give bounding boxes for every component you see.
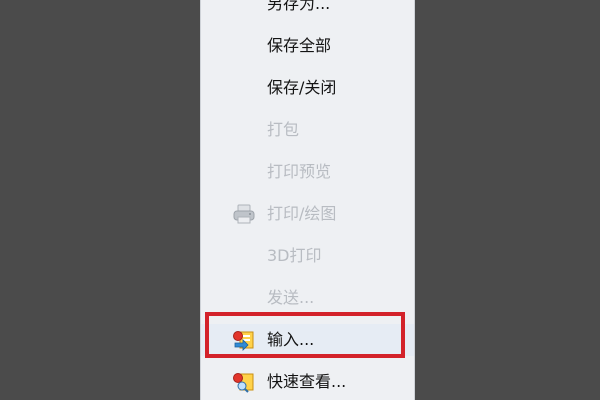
menu-item-label: 3D打印 — [267, 246, 322, 265]
menu-item-label: 保存全部 — [267, 36, 332, 55]
menu-item-label: 另存为... — [267, 0, 331, 13]
import-icon — [231, 329, 257, 351]
menu-item-pack: 打包 — [201, 114, 414, 146]
printer-icon — [231, 203, 257, 225]
menu-item-label: 打包 — [267, 120, 300, 139]
menu-item-label: 打印/绘图 — [267, 204, 337, 223]
menu-item-3d-print: 3D打印 — [201, 240, 414, 272]
screenshot-stage: 另存为... 保存全部 保存/关闭 打包 打印预览 打印/绘图 3D打印 发送.… — [0, 0, 600, 400]
menu-item-save-close[interactable]: 保存/关闭 — [201, 72, 414, 104]
menu-item-label: 输入... — [267, 330, 315, 349]
menu-item-print-preview: 打印预览 — [201, 156, 414, 188]
menu-item-label: 打印预览 — [267, 162, 332, 181]
menu-item-label: 保存/关闭 — [267, 78, 337, 97]
quick-view-icon — [231, 371, 257, 393]
menu-item-print-plot: 打印/绘图 — [201, 198, 414, 230]
menu-item-label: 快速查看... — [267, 372, 347, 391]
menu-item-import[interactable]: 输入... — [201, 324, 414, 356]
menu-item-quick-view[interactable]: 快速查看... — [201, 366, 414, 398]
file-menu: 另存为... 保存全部 保存/关闭 打包 打印预览 打印/绘图 3D打印 发送.… — [200, 0, 415, 400]
menu-item-save-as[interactable]: 另存为... — [201, 0, 414, 20]
menu-item-label: 发送... — [267, 288, 315, 307]
menu-item-send: 发送... — [201, 282, 414, 314]
menu-item-save-all[interactable]: 保存全部 — [201, 30, 414, 62]
